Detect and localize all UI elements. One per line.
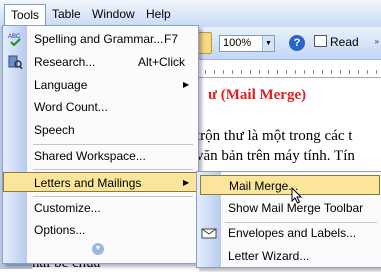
menu-bar: Tools Table Window Help (0, 0, 381, 28)
standard-toolbar: 100% ▼ ? Read » (196, 27, 381, 60)
help-icon[interactable]: ? (289, 35, 305, 51)
horizontal-ruler[interactable] (196, 60, 381, 78)
letters-and-mailings-submenu: Mail Merge... Show Mail Merge Toolbar En… (196, 171, 381, 268)
menu-item-language[interactable]: Language ▶ (3, 75, 198, 95)
menu-item-label: Spelling and Grammar... (34, 32, 164, 46)
menu-item-research[interactable]: Research... Alt+Click (3, 52, 198, 72)
book-icon (314, 35, 327, 47)
spelling-abc-icon: ABC (8, 34, 21, 47)
menu-item-shortcut: F7 (164, 32, 179, 46)
submenu-item-label: Letter Wizard... (228, 249, 310, 263)
menu-separator (33, 196, 193, 197)
menu-tools[interactable]: Tools (4, 4, 47, 26)
expand-menu-icon[interactable]: ▼ (92, 243, 104, 255)
chevron-down-icon[interactable]: ▼ (262, 36, 274, 51)
menu-window[interactable]: Window (92, 7, 135, 22)
menu-help[interactable]: Help (146, 7, 171, 22)
menu-item-letters-and-mailings[interactable]: Letters and Mailings ▶ (3, 172, 198, 192)
submenu-item-envelopes-and-labels[interactable]: Envelopes and Labels... (197, 223, 378, 243)
menu-item-speech[interactable]: Speech (3, 120, 198, 140)
menu-item-label: Customize... (34, 201, 101, 215)
menu-item-label: Research... (34, 55, 96, 69)
menu-item-label: Letters and Mailings (34, 176, 142, 190)
menu-item-options[interactable]: Options... (3, 220, 198, 240)
research-book-icon (8, 55, 23, 70)
menu-item-shared-workspace[interactable]: Shared Workspace... (3, 146, 198, 166)
submenu-item-label: Envelopes and Labels... (228, 226, 357, 240)
menu-item-spelling[interactable]: ABC Spelling and Grammar... F7 (3, 29, 198, 49)
menu-table[interactable]: Table (52, 7, 81, 22)
submenu-item-label: Mail Merge... (229, 179, 299, 193)
menu-item-shortcut: Alt+Click (138, 55, 186, 69)
menu-item-customize[interactable]: Customize... (3, 198, 198, 218)
submenu-arrow-icon: ▶ (183, 178, 190, 187)
document-line-1: trộn thư là một trong các t (196, 128, 353, 144)
menu-item-word-count[interactable]: Word Count... (3, 97, 198, 117)
menu-item-label: Options... (34, 223, 86, 237)
read-button[interactable]: Read (314, 35, 364, 52)
document-heading: ư (Mail Merge) (208, 87, 307, 103)
menu-separator (33, 144, 193, 145)
menu-item-label: Speech (34, 123, 75, 137)
read-label: Read (330, 35, 359, 49)
zoom-value: 100% (223, 37, 252, 49)
submenu-item-mail-merge[interactable]: Mail Merge... (200, 175, 380, 195)
submenu-item-show-mail-merge-toolbar[interactable]: Show Mail Merge Toolbar (197, 198, 378, 218)
mouse-pointer-icon (291, 187, 303, 204)
menu-item-label: Word Count... (34, 100, 108, 114)
envelope-icon (201, 228, 217, 239)
menu-separator (33, 169, 193, 170)
document-line-2: văn bản trên máy tính. Tín (196, 148, 355, 164)
zoom-combobox[interactable]: 100% ▼ (219, 35, 275, 52)
tools-menu: ABC Spelling and Grammar... F7 Research.… (2, 25, 199, 264)
menu-item-label: Language (34, 78, 88, 92)
menu-item-label: Shared Workspace... (34, 149, 146, 163)
toolbar-options-icon[interactable]: » (375, 37, 379, 46)
submenu-arrow-icon: ▶ (183, 80, 190, 89)
submenu-item-letter-wizard[interactable]: Letter Wizard... (197, 246, 378, 266)
